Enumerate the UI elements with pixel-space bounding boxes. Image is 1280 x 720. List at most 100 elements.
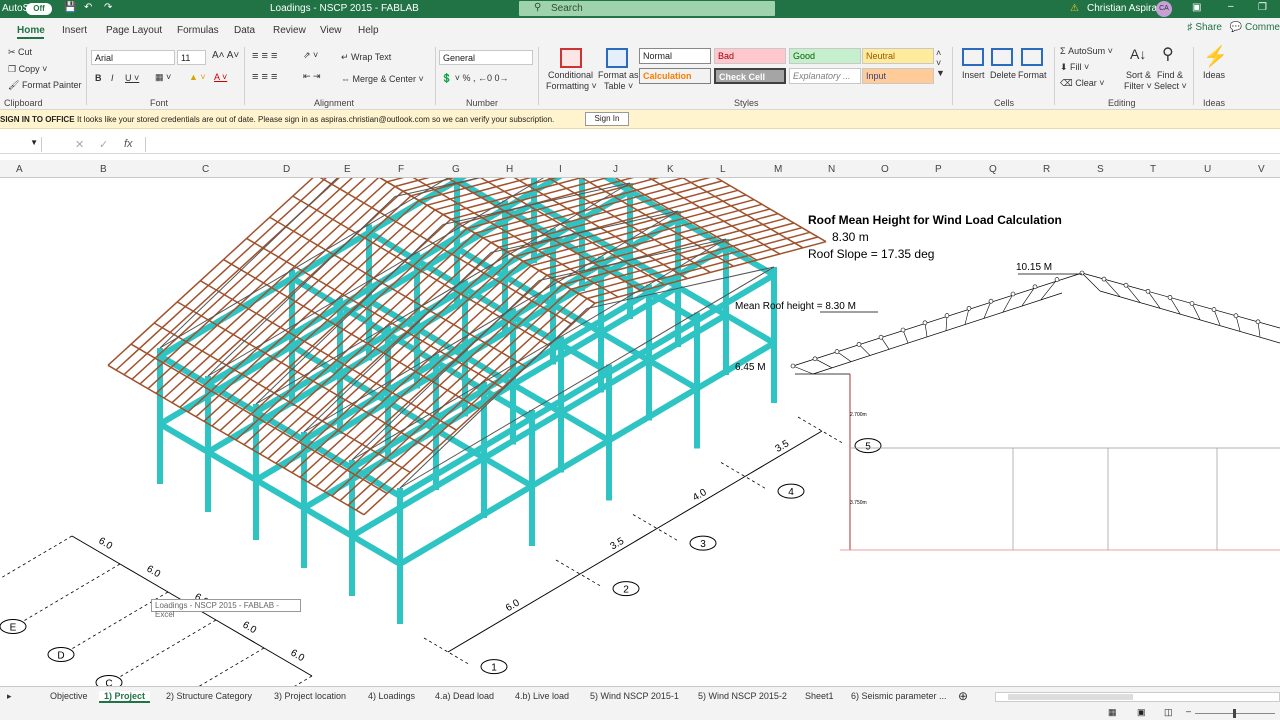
ideas-icon[interactable]: ⚡: [1203, 44, 1228, 69]
column-header-g[interactable]: G: [452, 164, 460, 175]
ribbon-display-icon[interactable]: ▣: [1192, 2, 1201, 13]
style-input[interactable]: Input: [862, 68, 934, 84]
column-header-i[interactable]: I: [559, 164, 562, 175]
copy-button[interactable]: ❐ Copy ˅: [8, 64, 47, 75]
sheet-tab[interactable]: Sheet1: [805, 691, 834, 701]
formula-input[interactable]: [145, 137, 1280, 152]
sheet-tab[interactable]: Objective: [50, 691, 88, 701]
column-header-m[interactable]: M: [774, 164, 782, 175]
column-header-c[interactable]: C: [202, 164, 209, 175]
font-size-icons[interactable]: A˄ A˅: [212, 50, 239, 61]
chevron-down-icon[interactable]: ▼: [30, 138, 38, 147]
conditional-formatting-icon[interactable]: [560, 48, 582, 68]
orientation-icon[interactable]: ⇗ ˅: [303, 50, 318, 61]
horizontal-scrollbar[interactable]: [995, 692, 1280, 702]
comments-button[interactable]: 💬 Comme: [1230, 22, 1280, 33]
normal-view-icon[interactable]: ▦: [1108, 707, 1117, 718]
undo-icon[interactable]: ↶: [84, 2, 92, 13]
conditional-formatting-sub[interactable]: Formatting ˅: [546, 81, 597, 91]
sort-filter-icon[interactable]: A↓: [1130, 46, 1146, 62]
minimize-icon[interactable]: –: [1228, 1, 1234, 12]
fill-color-icon[interactable]: ▲ ˅: [189, 72, 206, 82]
scrollbar-thumb[interactable]: [1008, 694, 1133, 700]
column-header-r[interactable]: R: [1043, 164, 1050, 175]
tab-review[interactable]: Review: [273, 25, 306, 36]
cut-button[interactable]: ✂ Cut: [8, 47, 32, 58]
column-header-o[interactable]: O: [881, 164, 889, 175]
save-icon[interactable]: 💾: [64, 2, 76, 13]
column-header-n[interactable]: N: [828, 164, 835, 175]
format-as-table-button[interactable]: Format as: [598, 70, 639, 80]
indent-icons[interactable]: ⇤ ⇥: [303, 71, 321, 82]
number-format-icons[interactable]: 💲 ˅ % , ←0 0→: [441, 73, 508, 84]
font-color-icon[interactable]: A ˅: [214, 72, 227, 82]
fill-button[interactable]: ⬇ Fill ˅: [1060, 62, 1089, 73]
column-header-j[interactable]: J: [613, 164, 618, 175]
align-top-icons[interactable]: ≡ ≡ ≡: [252, 50, 277, 62]
share-button[interactable]: ♯ Share: [1188, 22, 1222, 33]
search-box[interactable]: Search: [519, 1, 775, 16]
name-box[interactable]: ▼: [0, 137, 42, 152]
sheet-tab[interactable]: 4) Loadings: [368, 691, 415, 701]
style-explanatory[interactable]: Explanatory ...: [789, 68, 861, 84]
page-layout-view-icon[interactable]: ▣: [1137, 707, 1146, 718]
font-size-select[interactable]: 11: [177, 50, 206, 65]
page-break-view-icon[interactable]: ◫: [1164, 707, 1173, 718]
align-left-icons[interactable]: ≡ ≡ ≡: [252, 71, 277, 83]
conditional-formatting-button[interactable]: Conditional: [548, 70, 593, 80]
tab-formulas[interactable]: Formulas: [177, 25, 219, 36]
sheet-tab[interactable]: 5) Wind NSCP 2015-1: [590, 691, 679, 701]
avatar[interactable]: CA: [1156, 1, 1172, 17]
zoom-out-icon[interactable]: –: [1186, 706, 1191, 716]
tab-page-layout[interactable]: Page Layout: [106, 25, 162, 36]
find-select-sub[interactable]: Select ˅: [1154, 81, 1187, 91]
style-check-cell[interactable]: Check Cell: [714, 68, 786, 84]
sheet-tab[interactable]: 4.b) Live load: [515, 691, 569, 701]
find-select-icon[interactable]: ⚲: [1162, 44, 1174, 64]
zoom-slider-thumb[interactable]: [1233, 709, 1236, 718]
column-header-f[interactable]: F: [398, 164, 404, 175]
column-header-u[interactable]: U: [1204, 164, 1211, 175]
italic-button[interactable]: I: [111, 73, 114, 83]
tab-insert[interactable]: Insert: [62, 25, 87, 36]
sheet-tab-active[interactable]: 1) Project: [99, 691, 151, 703]
style-neutral[interactable]: Neutral: [862, 48, 934, 64]
cancel-icon[interactable]: ✕: [75, 138, 84, 151]
column-header-d[interactable]: D: [283, 164, 290, 175]
sheet-tab[interactable]: 4.a) Dead load: [435, 691, 494, 701]
ideas-button[interactable]: Ideas: [1203, 70, 1225, 80]
style-good[interactable]: Good: [789, 48, 861, 64]
style-calculation[interactable]: Calculation: [639, 68, 711, 84]
column-header-v[interactable]: V: [1258, 164, 1265, 175]
sort-filter-button[interactable]: Sort &: [1126, 70, 1151, 80]
styles-scroll-icon[interactable]: ˄ ˅ ▼: [936, 48, 945, 78]
tab-help[interactable]: Help: [358, 25, 379, 36]
tab-view[interactable]: View: [320, 25, 342, 36]
font-name-select[interactable]: Arial: [91, 50, 175, 65]
autosum-button[interactable]: Σ AutoSum ˅: [1060, 46, 1113, 56]
scroll-tabs-icon[interactable]: ▸: [7, 691, 12, 702]
format-as-table-icon[interactable]: [606, 48, 628, 68]
wrap-text-button[interactable]: ↵ Wrap Text: [341, 52, 391, 63]
column-header-e[interactable]: E: [344, 164, 351, 175]
sort-filter-sub[interactable]: Filter ˅: [1124, 81, 1152, 91]
column-header-a[interactable]: A: [16, 164, 23, 175]
borders-icon[interactable]: ▦ ˅: [155, 72, 171, 83]
enter-icon[interactable]: ✓: [99, 138, 108, 151]
redo-icon[interactable]: ↷: [104, 2, 112, 13]
merge-center-button[interactable]: ⇔ Merge & Center ˅: [341, 74, 424, 84]
format-cells-icon[interactable]: [1021, 48, 1043, 66]
sheet-tab[interactable]: 2) Structure Category: [166, 691, 252, 701]
column-header-b[interactable]: B: [100, 164, 107, 175]
function-icon[interactable]: fx: [124, 138, 133, 150]
column-header-l[interactable]: L: [720, 164, 726, 175]
column-header-k[interactable]: K: [667, 164, 674, 175]
column-header-t[interactable]: T: [1150, 164, 1156, 175]
style-bad[interactable]: Bad: [714, 48, 786, 64]
find-select-button[interactable]: Find &: [1157, 70, 1183, 80]
restore-icon[interactable]: ❐: [1258, 2, 1267, 13]
underline-button[interactable]: U ˅: [125, 73, 139, 83]
style-normal[interactable]: Normal: [639, 48, 711, 64]
delete-cells-icon[interactable]: [991, 48, 1013, 66]
sheet-tab[interactable]: 6) Seismic parameter ...: [851, 691, 947, 701]
